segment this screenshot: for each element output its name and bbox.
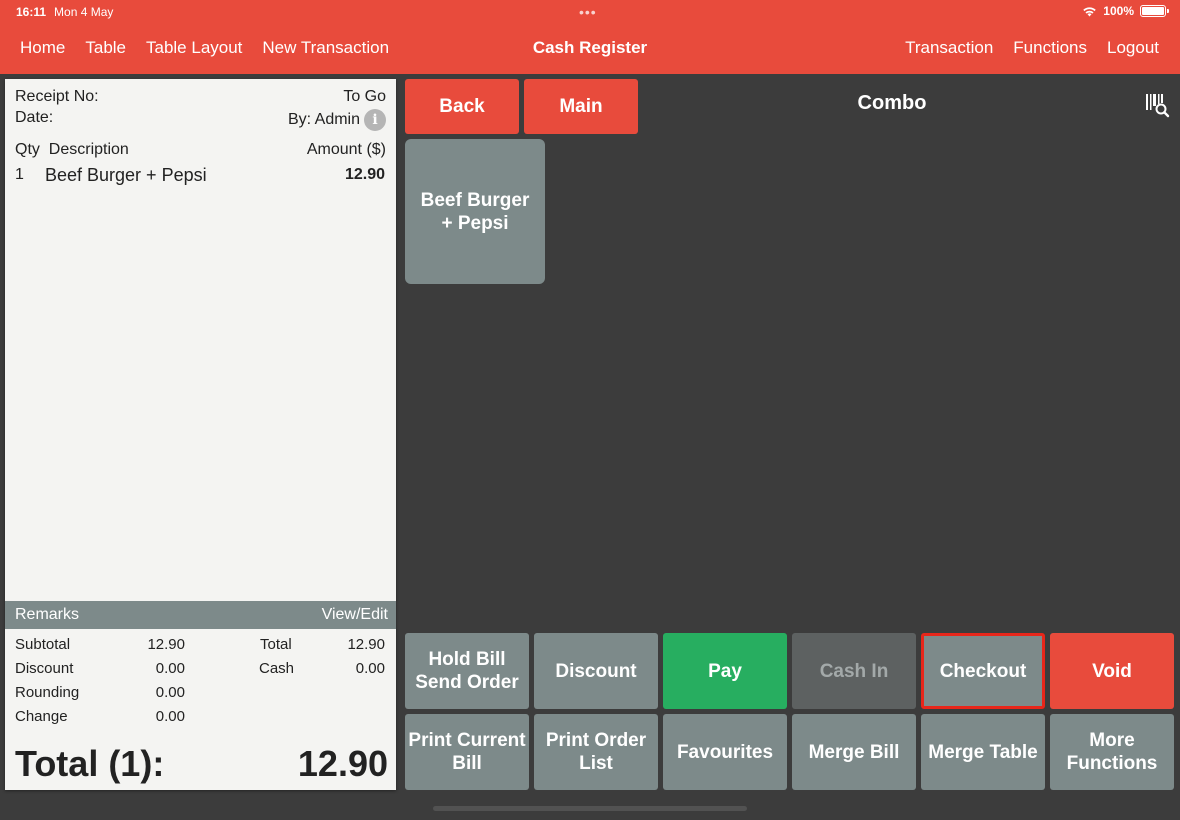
nav-new-transaction[interactable]: New Transaction	[262, 38, 389, 58]
favourites-button[interactable]: Favourites	[663, 714, 787, 790]
cashier: By: Admin i	[288, 109, 386, 131]
nav-transaction[interactable]: Transaction	[905, 38, 993, 58]
line-item-qty: 1	[15, 166, 24, 183]
change-value: 0.00	[155, 708, 185, 725]
print-order-list-button[interactable]: Print Order List	[534, 714, 658, 790]
back-button[interactable]: Back	[405, 79, 519, 134]
receipt-no-label: Receipt No:	[15, 88, 99, 105]
rounding-label: Rounding	[15, 684, 80, 701]
status-indicators: 100%	[1082, 4, 1169, 18]
nav-left: Home Table Table Layout New Transaction	[20, 38, 389, 58]
nav-home[interactable]: Home	[20, 38, 65, 58]
home-indicator[interactable]	[433, 806, 747, 811]
amount-header: Amount ($)	[306, 141, 386, 158]
nav-right: Transaction Functions Logout	[905, 38, 1159, 58]
product-tile[interactable]: Beef Burger + Pepsi	[405, 139, 545, 284]
discount-value: 0.00	[155, 660, 185, 677]
pay-button[interactable]: Pay	[663, 633, 787, 709]
total-label: Total	[260, 636, 292, 653]
category-title: Combo	[857, 92, 927, 114]
battery-percent: 100%	[1103, 4, 1134, 18]
hold-bill-send-order-button[interactable]: Hold Bill Send Order	[405, 633, 529, 709]
info-icon[interactable]: i	[364, 109, 386, 131]
rounding-value: 0.00	[155, 684, 185, 701]
remarks-view-edit-link[interactable]: View/Edit	[322, 606, 388, 624]
description-header: Description	[48, 141, 129, 158]
change-label: Change	[15, 708, 68, 725]
grand-total-label: Total (1):	[15, 743, 165, 784]
battery-icon	[1140, 5, 1169, 17]
total-value: 12.90	[347, 636, 385, 653]
checkout-button[interactable]: Checkout	[921, 633, 1045, 709]
line-item-description: Beef Burger + Pepsi	[45, 165, 207, 185]
order-type[interactable]: To Go	[343, 88, 386, 106]
status-time: 16:11	[16, 5, 47, 19]
remarks-bar: Remarks View/Edit	[5, 601, 396, 629]
date-label: Date:	[15, 109, 54, 126]
status-time-date: 16:11 Mon 4 May	[16, 5, 113, 19]
top-bar: 16:11 Mon 4 May ••• 100% Home Table Table…	[0, 0, 1180, 74]
more-functions-button[interactable]: More Functions	[1050, 714, 1174, 790]
subtotal-label: Subtotal	[15, 636, 71, 653]
qty-header: Qty	[15, 141, 40, 158]
receipt-panel: Receipt No: To Go Date: By: Admin i Qty D…	[5, 79, 396, 790]
subtotal-value: 12.90	[147, 636, 185, 653]
barcode-search-icon[interactable]	[1146, 94, 1172, 118]
item-header-row: Qty Description Amount ($)	[15, 141, 386, 159]
grand-total-value: 12.90	[297, 743, 388, 784]
line-item-amount: 12.90	[344, 166, 385, 183]
receipt-header-row: Receipt No: To Go	[15, 88, 386, 106]
receipt-date-row: Date: By: Admin i	[15, 109, 386, 131]
discount-button[interactable]: Discount	[534, 633, 658, 709]
nav-functions[interactable]: Functions	[1013, 38, 1087, 58]
remarks-label: Remarks	[15, 606, 80, 623]
column-headers: Qty Description	[15, 141, 129, 159]
cashier-label: By: Admin	[287, 111, 360, 129]
cash-value: 0.00	[355, 660, 385, 677]
wifi-icon	[1083, 6, 1097, 17]
nav-logout[interactable]: Logout	[1107, 38, 1159, 58]
multitasking-dots-icon[interactable]: •••	[579, 4, 597, 20]
cash-label: Cash	[259, 660, 295, 677]
void-button[interactable]: Void	[1050, 633, 1174, 709]
discount-label: Discount	[15, 660, 74, 677]
nav-table-layout[interactable]: Table Layout	[146, 38, 242, 58]
print-current-bill-button[interactable]: Print Current Bill	[405, 714, 529, 790]
merge-bill-button[interactable]: Merge Bill	[792, 714, 916, 790]
status-date: Mon 4 May	[54, 5, 114, 19]
nav-table[interactable]: Table	[85, 38, 126, 58]
merge-table-button[interactable]: Merge Table	[921, 714, 1045, 790]
main-button[interactable]: Main	[524, 79, 638, 134]
cash-in-button[interactable]: Cash In	[792, 633, 916, 709]
